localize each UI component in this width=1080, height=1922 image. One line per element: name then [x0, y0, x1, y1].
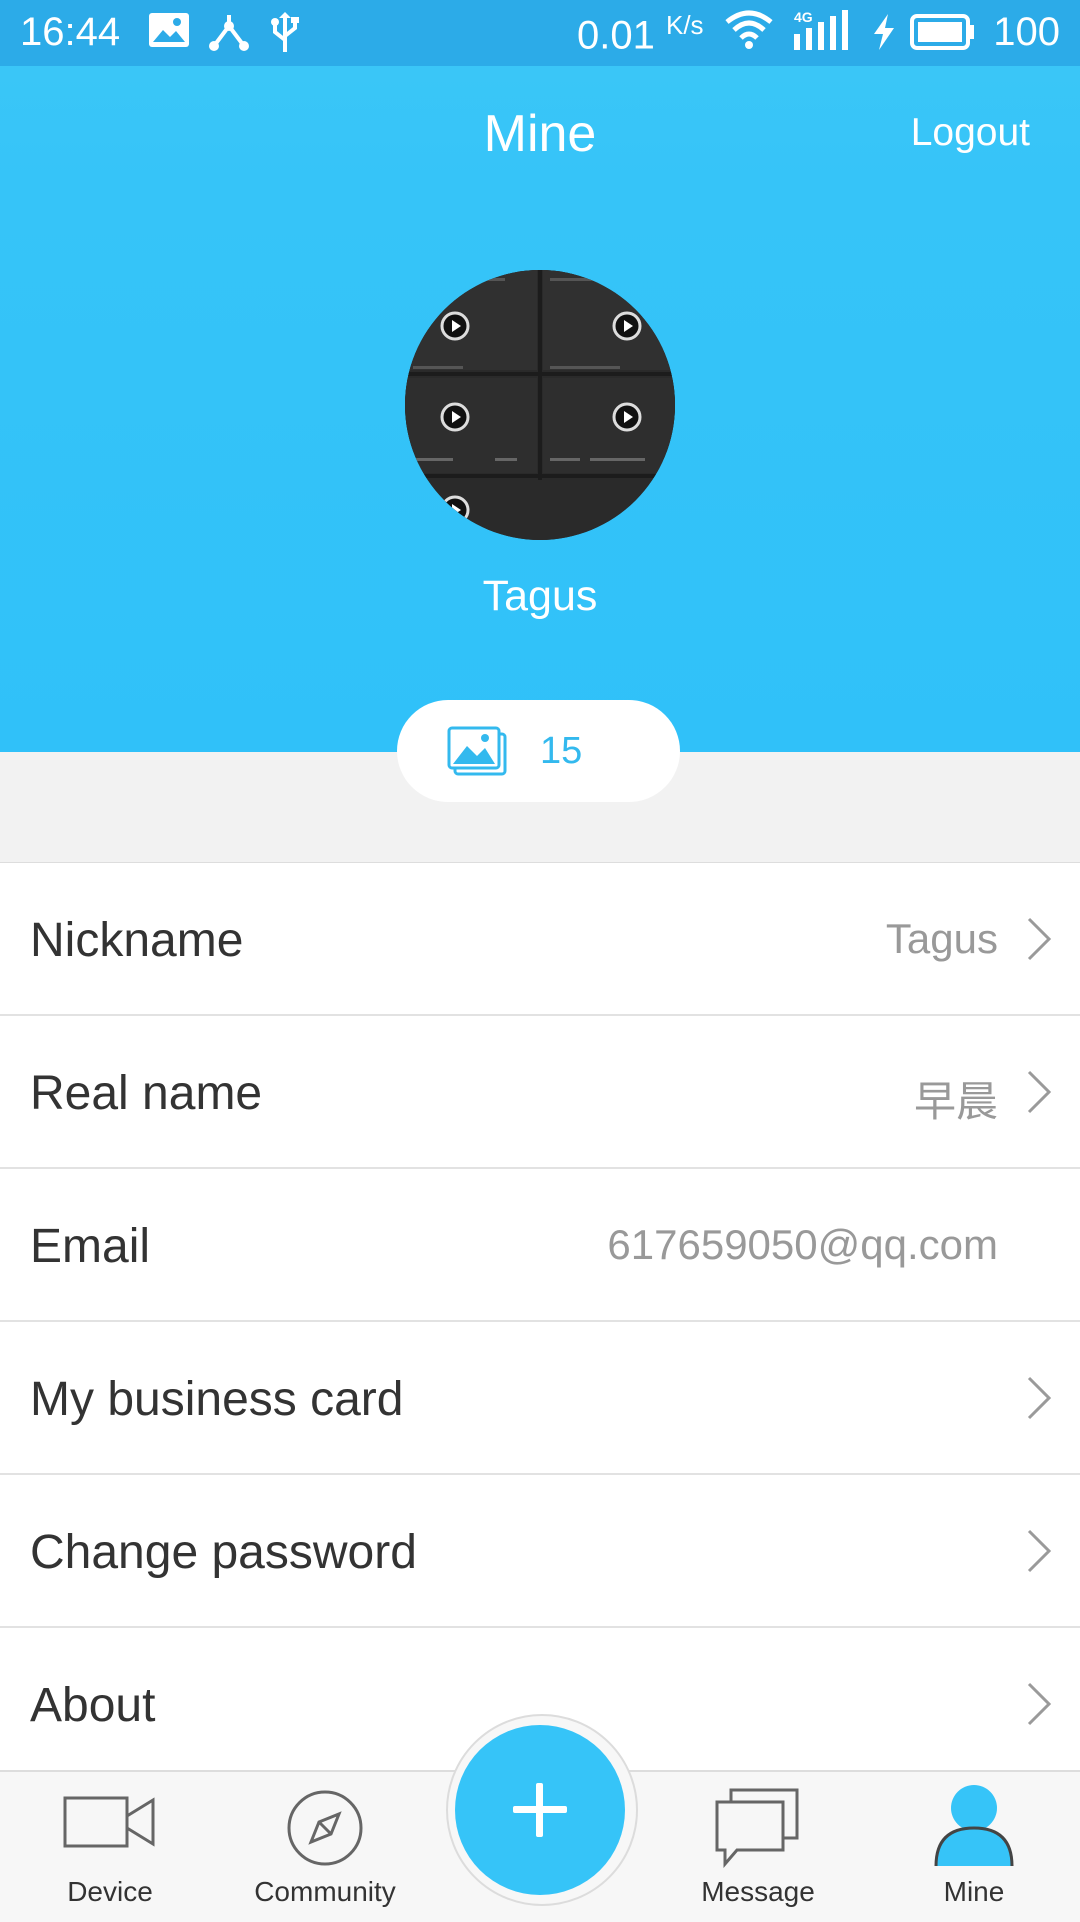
- network-speed: 0.01 K/s: [577, 10, 704, 58]
- video-camera-icon: [2, 1792, 218, 1857]
- nav-item-community[interactable]: Community: [217, 1772, 433, 1922]
- battery-icon: [910, 14, 976, 60]
- avatar[interactable]: [405, 270, 675, 540]
- add-button[interactable]: [455, 1725, 625, 1895]
- settings-row-nickname[interactable]: Nickname Tagus: [0, 863, 1080, 1016]
- battery-percent: 100: [993, 10, 1060, 54]
- signal-icon: 4G: [792, 8, 852, 62]
- settings-row-real-name[interactable]: Real name 早晨: [0, 1016, 1080, 1169]
- nav-item-mine[interactable]: Mine: [866, 1772, 1080, 1922]
- settings-row-change-password[interactable]: Change password: [0, 1475, 1080, 1628]
- compass-icon: [217, 1788, 433, 1873]
- wifi-icon: [725, 10, 773, 60]
- nav-label: Mine: [943, 1876, 1005, 1907]
- album-count: 15: [540, 730, 583, 772]
- network-speed-value: 0.01: [577, 13, 655, 58]
- nav-label: Device: [67, 1876, 153, 1907]
- settings-row-label: About: [30, 1679, 156, 1732]
- usb-icon: [270, 12, 300, 64]
- network-speed-unit: K/s: [665, 10, 704, 40]
- logout-button[interactable]: Logout: [911, 111, 1030, 155]
- chevron-right-icon: [1026, 916, 1052, 967]
- settings-row-value: Tagus: [885, 915, 998, 962]
- image-notification-icon: [148, 12, 190, 58]
- nav-label: Message: [701, 1876, 815, 1907]
- person-icon: [866, 1782, 1080, 1873]
- settings-row-label: Change password: [30, 1526, 417, 1579]
- settings-row-label: Nickname: [30, 914, 244, 967]
- share-network-icon: [208, 12, 250, 62]
- chevron-right-icon: [1026, 1375, 1052, 1426]
- chevron-right-icon: [1026, 1528, 1052, 1579]
- nav-item-message[interactable]: Message: [650, 1772, 866, 1922]
- settings-list: Nickname Tagus Real name 早晨 Email 617659…: [0, 862, 1080, 1779]
- nav-label: Community: [254, 1876, 396, 1907]
- profile-username: Tagus: [482, 572, 598, 620]
- status-bar: 16:44 0.01 K/s 4G 100: [0, 0, 1080, 66]
- network-type: 4G: [794, 9, 813, 25]
- gallery-icon: [447, 726, 507, 781]
- chevron-right-icon: [1026, 1069, 1052, 1120]
- settings-row-email: Email 617659050@qq.com: [0, 1169, 1080, 1322]
- nav-item-device[interactable]: Device: [2, 1772, 218, 1922]
- settings-row-label: Real name: [30, 1067, 263, 1120]
- chevron-right-icon: [1026, 1681, 1052, 1732]
- album-count-pill[interactable]: 15: [397, 700, 680, 802]
- settings-row-label: Email: [30, 1220, 151, 1273]
- settings-row-business-card[interactable]: My business card: [0, 1322, 1080, 1475]
- charging-icon: [872, 14, 896, 60]
- avatar-image: [405, 270, 675, 540]
- settings-row-value: 早晨: [913, 1078, 998, 1125]
- profile-header: Mine Logout Tagus: [0, 66, 1080, 752]
- chat-bubbles-icon: [650, 1788, 866, 1873]
- settings-row-value: 617659050@qq.com: [607, 1221, 998, 1268]
- settings-row-label: My business card: [30, 1373, 404, 1426]
- status-time: 16:44: [20, 10, 121, 54]
